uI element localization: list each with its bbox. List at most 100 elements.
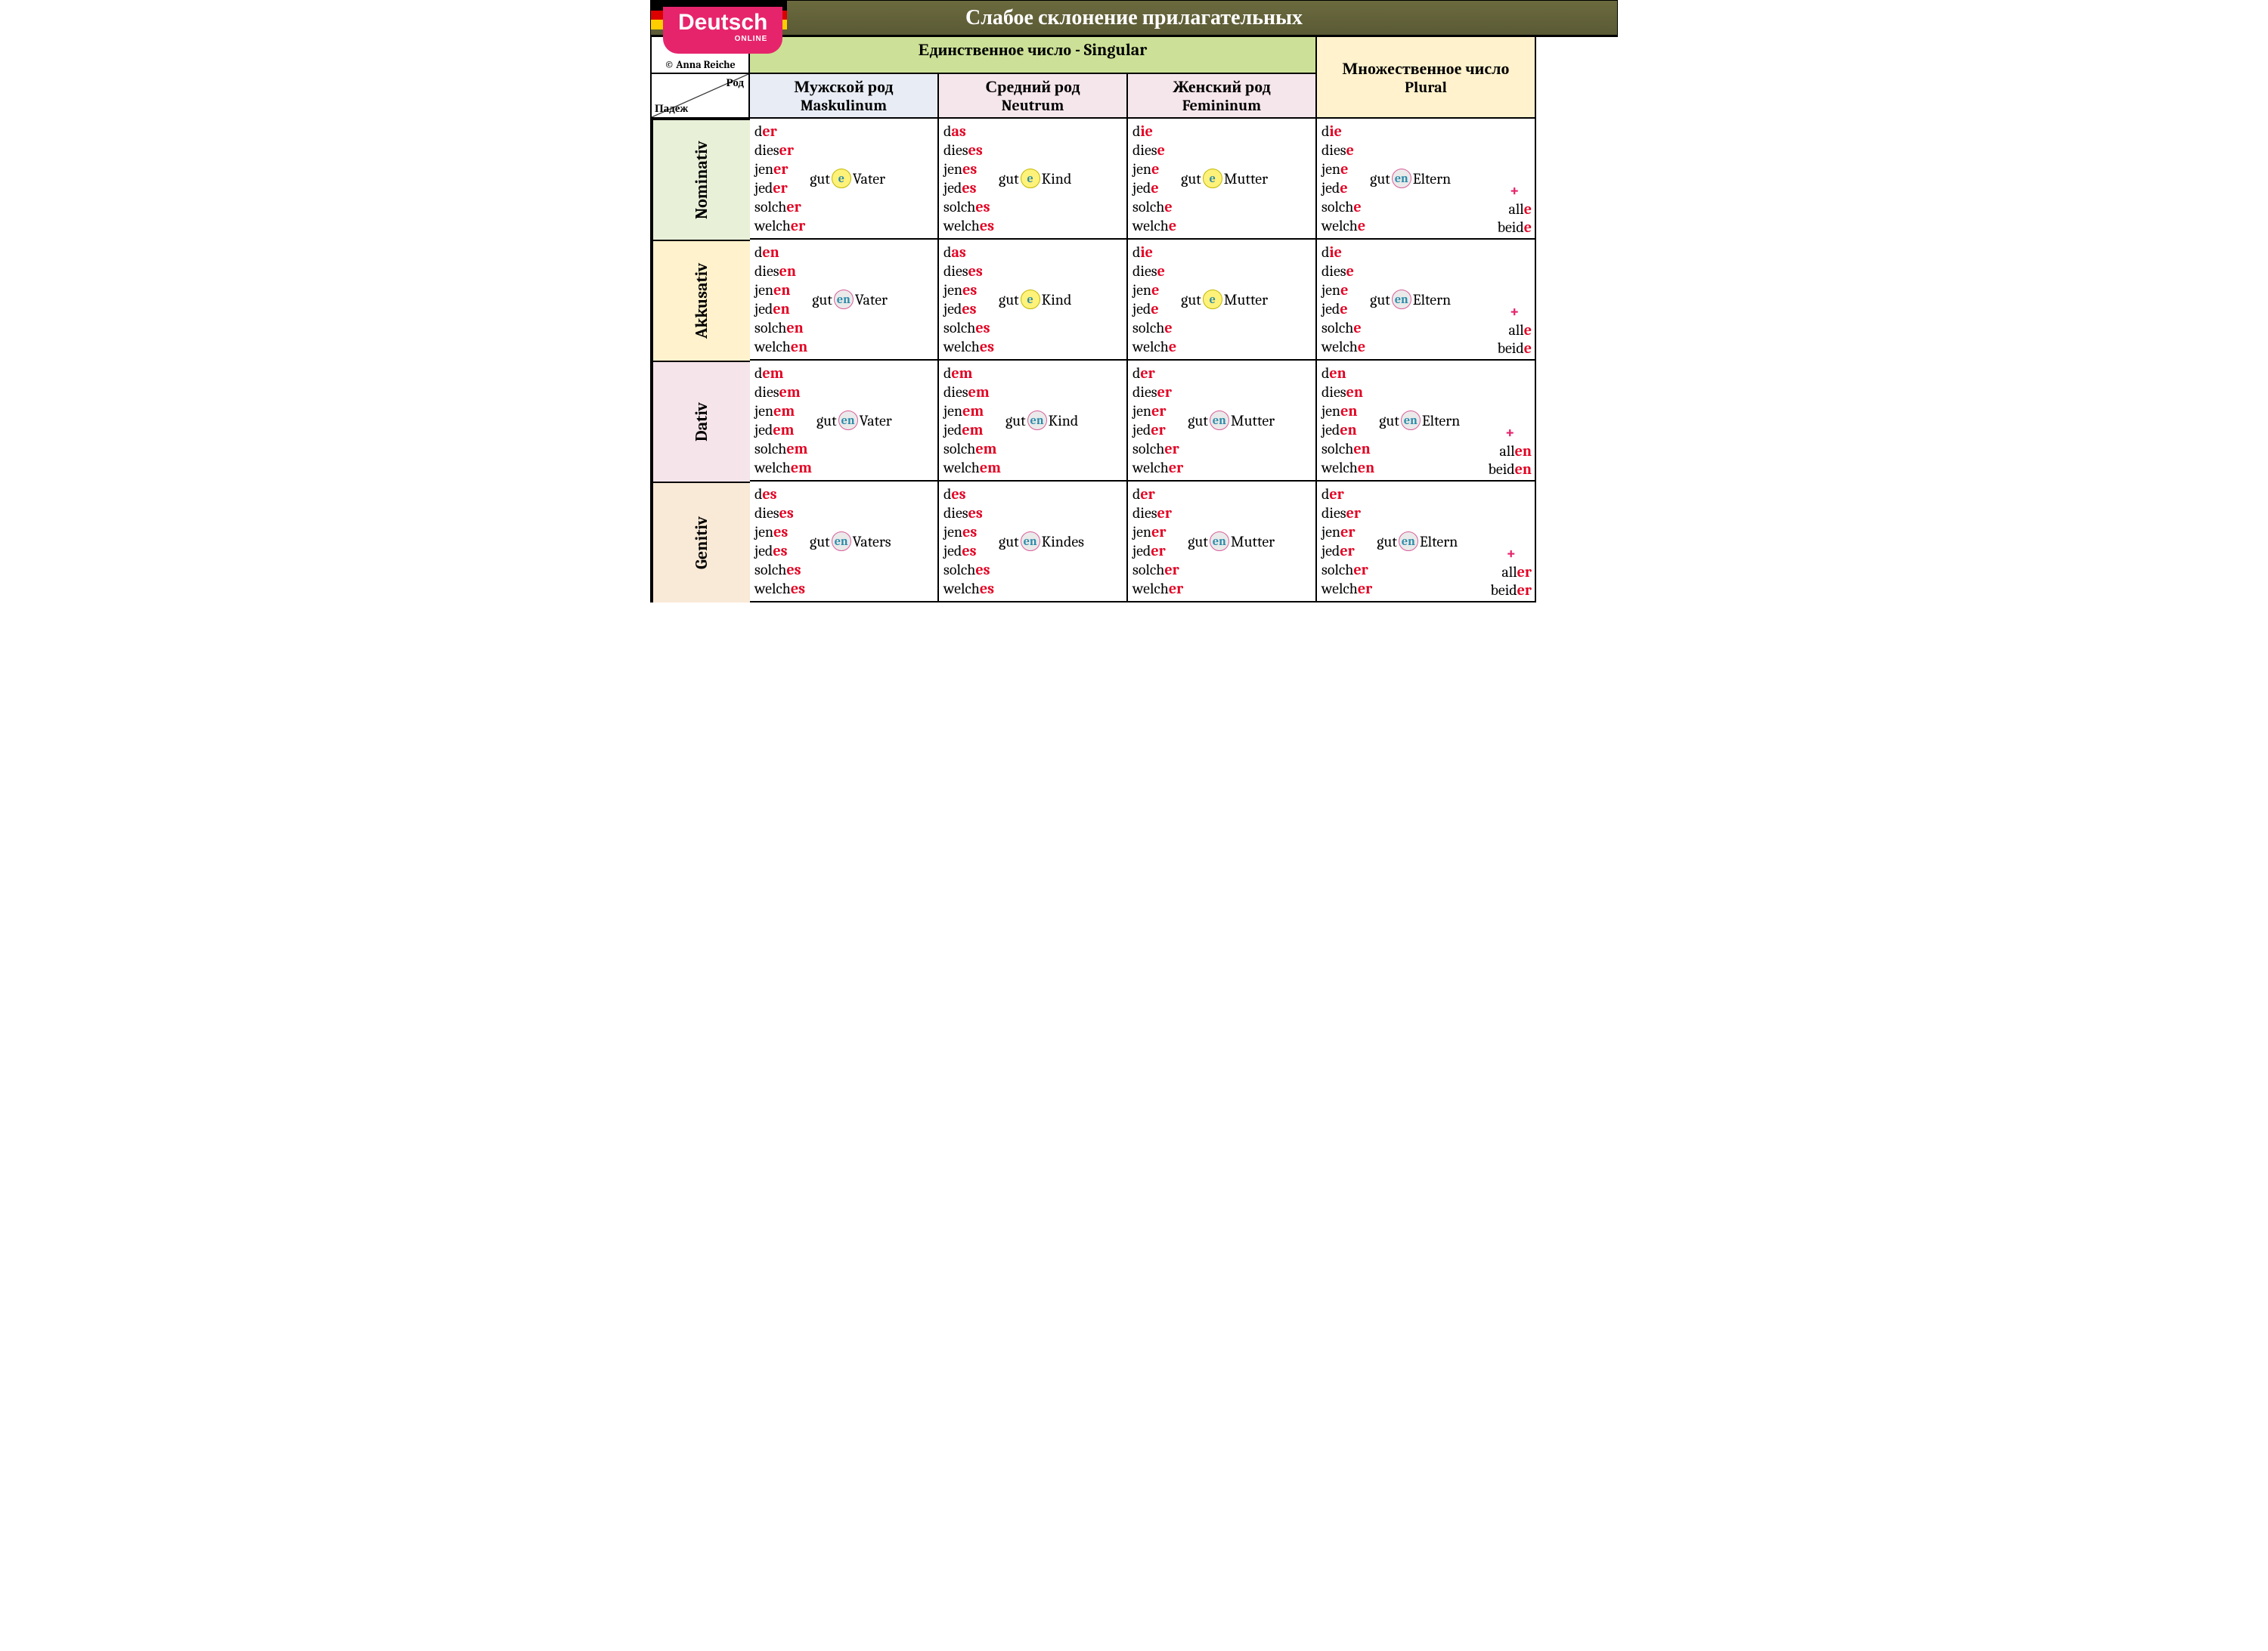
ending-en-icon: en	[832, 531, 851, 551]
determiner: solchem	[754, 439, 812, 458]
determiner-list: dasdiesesjenesjedessolcheswelches	[943, 243, 994, 356]
table-cell: demdiesemjenemjedemsolchemwelchemgutenKi…	[939, 361, 1128, 482]
determiner: solcher	[1321, 560, 1372, 579]
determiner: dieses	[943, 262, 994, 280]
determiner: welcher	[1132, 458, 1183, 477]
col-neutrum: Средний род Neutrum	[939, 74, 1128, 119]
table-cell: derdieserjenerjedersolcherwelchergutenMu…	[1128, 361, 1317, 482]
determiner: jener	[754, 160, 805, 178]
adjective-phrase: gutenKind	[1005, 410, 1078, 430]
determiner: solche	[1321, 318, 1365, 337]
determiner: dem	[754, 364, 812, 383]
plus-icon: +	[1490, 544, 1532, 563]
determiner-list: diediesejenejedesolchewelche	[1132, 243, 1176, 356]
case-label-nominativ: Nominativ	[652, 119, 750, 240]
determiner: jenem	[943, 401, 1001, 420]
adjective-phrase: gutenVater	[816, 410, 892, 430]
noun: Eltern	[1413, 291, 1451, 308]
fem-ru: Женский род	[1173, 77, 1270, 97]
table-cell: derdieserjenerjedersolcherwelchergutenEl…	[1317, 482, 1536, 602]
determiner: welche	[1321, 216, 1365, 235]
determiner: jene	[1132, 160, 1176, 178]
determiner: solcher	[1132, 439, 1183, 458]
padezh-label: Падеж	[655, 101, 688, 116]
determiner: jener	[1321, 522, 1372, 541]
ending-en-icon: en	[834, 290, 854, 309]
determiner: jedes	[943, 299, 994, 318]
determiner: solche	[1132, 318, 1176, 337]
table-cell: derdieserjenerjedersolcherwelcherguteVat…	[750, 119, 939, 240]
extra-determiner: alle	[1498, 321, 1532, 339]
extra-determiner: beide	[1498, 339, 1532, 358]
determiner: jedes	[943, 541, 994, 560]
determiner: solcher	[1132, 560, 1183, 579]
table-cell: derdieserjenerjedersolcherwelchergutenMu…	[1128, 482, 1317, 602]
determiner: diesem	[754, 383, 812, 401]
determiner: welche	[1132, 216, 1176, 235]
adjective-phrase: guteKind	[999, 169, 1071, 188]
determiner: dieser	[1321, 503, 1372, 522]
determiner: solches	[943, 560, 994, 579]
determiner: die	[1132, 243, 1176, 262]
determiner: dem	[943, 364, 1001, 383]
determiner: solchen	[1321, 439, 1374, 458]
determiner: welches	[943, 216, 994, 235]
adjective-phrase: guteMutter	[1181, 169, 1268, 188]
col-femininum: Женский род Femininum	[1128, 74, 1317, 119]
noun: Mutter	[1224, 170, 1268, 187]
adjective-phrase: gutenEltern	[1370, 169, 1451, 188]
determiner: jeder	[754, 178, 805, 197]
table-cell: desdiesesjenesjedessolcheswelchesgutenKi…	[939, 482, 1128, 602]
table-cell: diediesejenejedesolchewelchegutenEltern+…	[1317, 240, 1536, 361]
determiner-list: dendiesenjenenjedensolchenwelchen	[754, 243, 807, 356]
determiner: diese	[1132, 262, 1176, 280]
determiner: welchen	[1321, 458, 1374, 477]
determiner: solchem	[943, 439, 1001, 458]
determiner-list: diediesejenejedesolchewelche	[1321, 122, 1365, 235]
table-cell: demdiesemjenemjedemsolchemwelchemgutenVa…	[750, 361, 939, 482]
determiner: welchen	[754, 337, 807, 356]
determiner: die	[1132, 122, 1176, 141]
determiner: jeder	[1132, 541, 1183, 560]
ending-e-icon: e	[832, 169, 851, 188]
neut-de: Neutrum	[942, 97, 1123, 114]
determiner: solche	[1132, 197, 1176, 216]
ending-en-icon: en	[1392, 290, 1411, 309]
noun: Eltern	[1420, 533, 1458, 550]
determiner: jenen	[1321, 401, 1374, 420]
determiner: welcher	[754, 216, 805, 235]
noun: Kindes	[1042, 533, 1084, 550]
adjective-phrase: guteMutter	[1181, 290, 1268, 309]
noun: Vater	[855, 291, 888, 308]
declension-table: © Anna Reiche Единственное число - Singu…	[650, 36, 1618, 602]
noun: Vater	[853, 170, 885, 187]
determiner: jenes	[943, 280, 994, 299]
noun: Kind	[1042, 291, 1072, 308]
ending-en-icon: en	[1392, 169, 1411, 188]
determiner: der	[1321, 485, 1372, 503]
noun: Vater	[860, 412, 892, 429]
determiner: die	[1321, 122, 1365, 141]
adjective-phrase: gutenEltern	[1377, 531, 1458, 551]
determiner: welches	[943, 579, 994, 598]
noun: Eltern	[1422, 412, 1460, 429]
noun: Mutter	[1231, 412, 1275, 429]
determiner: diesen	[1321, 383, 1374, 401]
extra-determiner: beiden	[1488, 460, 1532, 479]
determiner: jenem	[754, 401, 812, 420]
noun: Mutter	[1224, 291, 1268, 308]
fem-de: Femininum	[1131, 97, 1312, 114]
determiner: welchem	[754, 458, 812, 477]
determiner: dieses	[943, 503, 994, 522]
ending-en-icon: en	[1210, 531, 1229, 551]
determiner: jedes	[754, 541, 805, 560]
determiner: solche	[1321, 197, 1365, 216]
adjective-phrase: gutenEltern	[1379, 410, 1460, 430]
table-cell: diediesejenejedesolchewelcheguteMutter	[1128, 119, 1317, 240]
determiner-list: derdieserjenerjedersolcherwelcher	[1132, 485, 1183, 598]
table-cell: dendiesenjenenjedensolchenwelchengutenVa…	[750, 240, 939, 361]
determiner-list: dendiesenjenenjedensolchenwelchen	[1321, 364, 1374, 477]
determiner: jenes	[943, 160, 994, 178]
determiner: jene	[1321, 280, 1365, 299]
noun: Kind	[1049, 412, 1079, 429]
